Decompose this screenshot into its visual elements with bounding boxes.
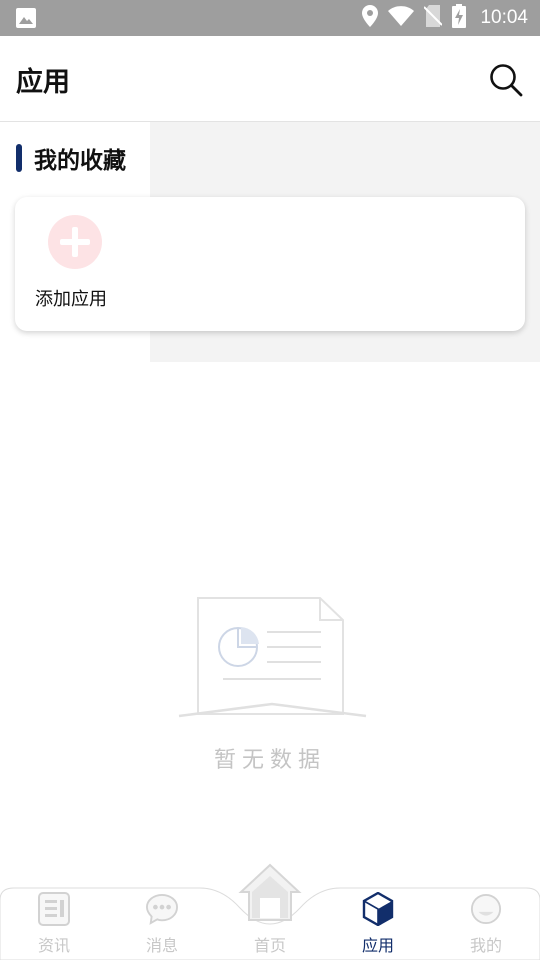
nav-item-news[interactable]: 资讯 (14, 888, 94, 958)
add-icon (48, 215, 102, 269)
nav-label-home: 首页 (253, 936, 286, 955)
page-title: 应用 (16, 67, 70, 98)
nav-label-news: 资讯 (37, 936, 70, 955)
nav-item-home[interactable]: 首页 (230, 860, 310, 958)
empty-document-chart-icon (175, 594, 370, 724)
app-cube-icon (362, 892, 394, 926)
nav-label-apps: 应用 (361, 936, 394, 955)
favorites-title: 我的收藏 (34, 148, 126, 174)
battery-charging-icon (452, 4, 467, 32)
add-app-button[interactable]: 添加应用 (35, 215, 135, 315)
clock: 10:04 (480, 7, 528, 28)
app-header: 应用 (0, 36, 540, 122)
search-icon (490, 64, 523, 97)
nav-label-profile: 我的 (469, 936, 502, 955)
news-icon (38, 892, 70, 926)
nav-item-profile[interactable]: 我的 (446, 888, 526, 958)
status-bar: 10:04 (0, 0, 540, 36)
nav-item-apps[interactable]: 应用 (338, 888, 418, 958)
location-icon (362, 5, 379, 31)
home-icon (238, 863, 302, 921)
section-accent-bar (16, 144, 22, 172)
no-sim-icon (423, 5, 444, 31)
nav-label-messages: 消息 (145, 936, 178, 955)
empty-state-text: 暂无数据 (213, 748, 326, 773)
favorites-card: 添加应用 (15, 197, 525, 331)
add-app-label: 添加应用 (35, 289, 107, 310)
image-icon (16, 8, 36, 32)
profile-icon (470, 893, 502, 925)
message-icon (146, 893, 178, 925)
search-button[interactable] (488, 62, 524, 98)
status-icons: 10:04 (362, 0, 528, 36)
favorites-section-title: 我的收藏 (16, 142, 126, 174)
nav-item-messages[interactable]: 消息 (122, 888, 202, 958)
wifi-icon (388, 6, 415, 30)
